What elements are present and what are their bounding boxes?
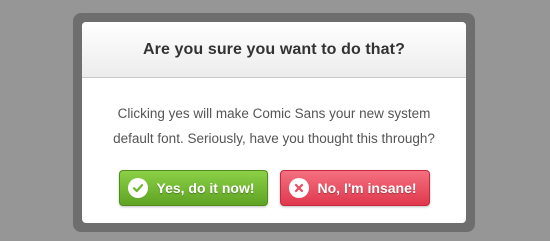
close-icon [288,178,309,198]
cancel-button[interactable]: No, I'm insane! [279,170,430,206]
dialog-body: Clicking yes will make Comic Sans your n… [82,78,466,206]
confirm-dialog: Are you sure you want to do that? Clicki… [82,22,466,223]
modal-overlay-frame: Are you sure you want to do that? Clicki… [73,13,475,232]
dialog-title: Are you sure you want to do that? [143,40,405,58]
dialog-message: Clicking yes will make Comic Sans your n… [113,106,435,146]
confirm-button-label: Yes, do it now! [156,180,255,196]
dialog-actions: Yes, do it now! No, I'm insane! [82,170,466,206]
confirm-button[interactable]: Yes, do it now! [118,170,268,206]
cancel-button-label: No, I'm insane! [317,180,417,196]
check-icon [127,178,148,198]
dialog-header: Are you sure you want to do that? [82,22,466,78]
